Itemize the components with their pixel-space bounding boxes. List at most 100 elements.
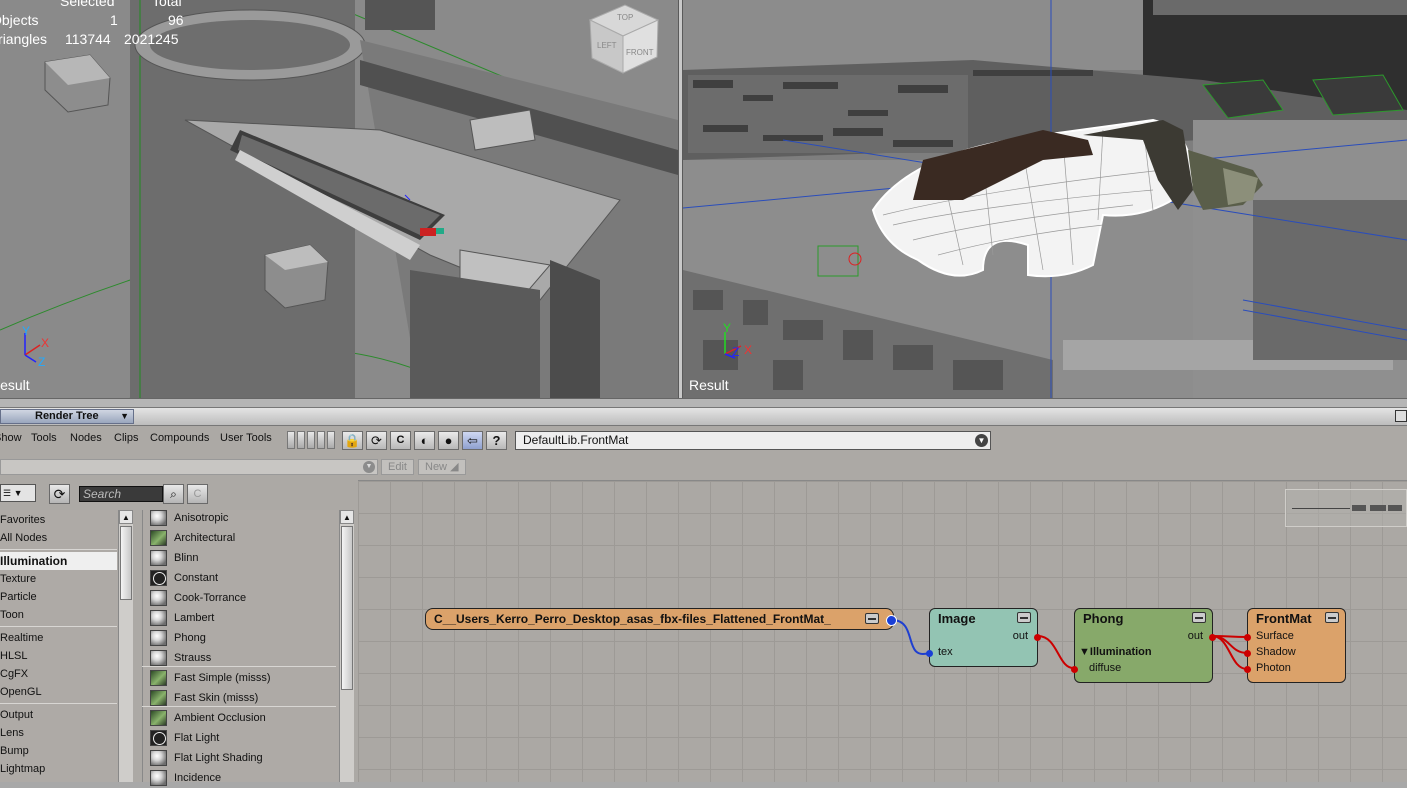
preset-path-field[interactable]: ▼: [0, 459, 378, 475]
image-clip-node[interactable]: C__Users_Kerro_Perro_Desktop_asas_fbx-fi…: [425, 608, 897, 630]
output-port[interactable]: [886, 615, 897, 626]
refresh-icon[interactable]: ⟳: [366, 431, 387, 450]
category-item[interactable]: CgFX: [0, 665, 117, 683]
menu-nodes[interactable]: Nodes: [70, 432, 102, 444]
list-item[interactable]: Constant: [147, 568, 337, 588]
list-item[interactable]: Anisotropic: [147, 508, 337, 528]
node-list-scrollbar[interactable]: ▲: [339, 510, 354, 782]
menu-clips[interactable]: Clips: [114, 432, 138, 444]
illumination-group-label: Illumination: [1089, 646, 1152, 658]
phong-node-title: Phong: [1083, 611, 1124, 626]
back-arrow-icon[interactable]: ⇦: [462, 431, 483, 450]
phong-node[interactable]: Phong out ▼Illumination diffuse: [1071, 608, 1216, 683]
category-item[interactable]: OpenGL: [0, 683, 117, 701]
sphere-icon[interactable]: ●: [438, 431, 459, 450]
list-item[interactable]: Blinn: [147, 548, 337, 568]
input-port[interactable]: [1071, 666, 1078, 673]
scroll-thumb[interactable]: [341, 526, 353, 690]
category-item[interactable]: All Nodes: [0, 529, 117, 547]
list-item[interactable]: Fast Simple (misss): [147, 668, 337, 688]
menu-show[interactable]: Show: [0, 432, 22, 444]
category-item[interactable]: Bump: [0, 742, 117, 760]
menu-user-tools[interactable]: User Tools: [220, 432, 272, 444]
search-input[interactable]: Search: [79, 486, 163, 502]
category-item[interactable]: Lightmap: [0, 760, 117, 778]
collapse-icon[interactable]: [865, 613, 879, 624]
list-item[interactable]: Flat Light Shading: [147, 748, 337, 768]
panel-splitter[interactable]: [0, 398, 1407, 408]
stats-triangles-selected: 113744: [65, 31, 111, 47]
help-icon[interactable]: ?: [486, 431, 507, 450]
refresh-icon[interactable]: ⟳: [49, 484, 70, 504]
toolbar-grip[interactable]: [287, 431, 335, 449]
edit-button[interactable]: Edit: [381, 459, 414, 475]
list-item[interactable]: Ambient Occlusion: [147, 708, 337, 728]
node-label: Cook-Torrance: [174, 592, 247, 604]
scroll-thumb[interactable]: [120, 526, 132, 600]
view-selector[interactable]: Render Tree ▼: [0, 409, 134, 424]
list-item[interactable]: Incidence: [147, 768, 337, 788]
category-item[interactable]: Realtime: [0, 629, 117, 647]
image-clip-node-title: C__Users_Kerro_Perro_Desktop_asas_fbx-fi…: [434, 612, 831, 626]
category-scrollbar[interactable]: ▲: [118, 510, 133, 782]
axis-z-label: Z: [732, 345, 739, 359]
node-label: Anisotropic: [174, 512, 229, 524]
output-port[interactable]: [1209, 634, 1216, 641]
node-label: Flat Light Shading: [174, 752, 263, 764]
collapse-icon[interactable]: [1192, 612, 1206, 623]
list-item[interactable]: Lambert: [147, 608, 337, 628]
input-port[interactable]: [1244, 666, 1251, 673]
category-item[interactable]: Favorites: [0, 511, 117, 529]
constant-shader-icon: [150, 570, 167, 586]
phong-out-port: out: [1187, 630, 1203, 642]
input-port[interactable]: [1244, 634, 1251, 641]
illumination-group[interactable]: ▼Illumination: [1079, 646, 1152, 658]
new-button[interactable]: New ◢: [418, 459, 466, 475]
architectural-shader-icon: [150, 530, 167, 546]
menu-tools[interactable]: Tools: [31, 432, 57, 444]
blinn-shader-icon: [150, 550, 167, 566]
scroll-up-icon[interactable]: ▲: [340, 510, 354, 524]
collapse-icon[interactable]: [1017, 612, 1031, 623]
material-node[interactable]: FrontMat Surface Shadow Photon: [1244, 608, 1346, 683]
input-port[interactable]: [926, 650, 933, 657]
render-tree-panel: Render Tree ▼ Show Tools Nodes Clips Comp…: [0, 408, 1407, 786]
axis-x-label: X: [41, 336, 49, 350]
input-port[interactable]: [1244, 650, 1251, 657]
search-icon[interactable]: ⌕: [163, 484, 184, 504]
lock-icon[interactable]: 🔒: [342, 431, 363, 450]
material-selector[interactable]: DefaultLib.FrontMat ▼: [515, 431, 991, 450]
category-item[interactable]: Lens: [0, 724, 117, 742]
image-node[interactable]: Image out tex: [926, 608, 1041, 667]
list-item[interactable]: Strauss: [147, 648, 337, 668]
maximize-icon[interactable]: [1395, 410, 1407, 422]
category-item[interactable]: Texture: [0, 570, 117, 588]
list-item[interactable]: Fast Skin (misss): [147, 688, 337, 708]
list-item[interactable]: Flat Light: [147, 728, 337, 748]
category-item[interactable]: HLSL: [0, 647, 117, 665]
category-item-selected[interactable]: Illumination: [0, 552, 117, 570]
clear-icon[interactable]: C: [187, 484, 208, 504]
left-viewport[interactable]: TOP LEFT FRONT Y X Z Selected Total Objec…: [0, 0, 678, 398]
output-port[interactable]: [1034, 634, 1041, 641]
list-item[interactable]: Architectural: [147, 528, 337, 548]
scroll-up-icon[interactable]: ▲: [119, 510, 133, 524]
category-item[interactable]: Toon: [0, 606, 117, 624]
list-view-selector[interactable]: ☰ ▼: [0, 484, 36, 502]
category-item[interactable]: Output: [0, 706, 117, 724]
category-item[interactable]: Particle: [0, 588, 117, 606]
image-tex-port: tex: [938, 646, 953, 658]
copy-icon[interactable]: C: [390, 431, 411, 450]
image-node-title: Image: [938, 611, 976, 626]
collapse-icon[interactable]: [1325, 612, 1339, 623]
globe-icon[interactable]: ◐: [414, 431, 435, 450]
right-viewport[interactable]: Y X Z Result: [683, 0, 1407, 398]
menu-compounds[interactable]: Compounds: [150, 432, 209, 444]
divider: [0, 703, 117, 704]
list-item[interactable]: Cook-Torrance: [147, 588, 337, 608]
render-tree-graph[interactable]: C__Users_Kerro_Perro_Desktop_asas_fbx-fi…: [358, 480, 1407, 782]
list-item[interactable]: Phong: [147, 628, 337, 648]
fast-skin-shader-icon: [150, 690, 167, 706]
stats-triangles-label: Triangles: [0, 31, 48, 47]
stats-objects-total: 96: [168, 12, 184, 28]
